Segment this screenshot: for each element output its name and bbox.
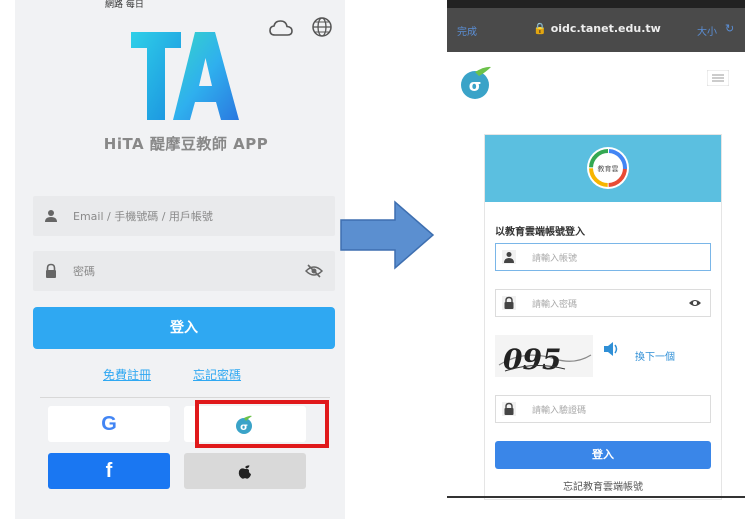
account-input[interactable]: Email / 手機號碼 / 用戶帳號 bbox=[33, 196, 335, 236]
badge-text: 教育雲 bbox=[598, 164, 619, 173]
hita-logo bbox=[131, 32, 239, 120]
register-link[interactable]: 免費註冊 bbox=[103, 366, 151, 383]
google-login-button[interactable]: G bbox=[48, 406, 170, 442]
lock-icon bbox=[502, 296, 516, 310]
forgot-account-link[interactable]: 忘記教育雲端帳號 bbox=[495, 478, 711, 493]
url-text: oidc.tanet.edu.tw bbox=[550, 22, 661, 35]
url-bar[interactable]: 🔒 oidc.tanet.edu.tw bbox=[517, 22, 677, 35]
divider bbox=[40, 397, 330, 398]
oidc-login-button[interactable]: 登入 bbox=[495, 441, 711, 469]
eye-icon[interactable] bbox=[688, 297, 702, 309]
menu-icon[interactable] bbox=[707, 70, 729, 86]
app-title: HiTA 醍摩豆教師 APP bbox=[103, 135, 269, 153]
hita-login-screen: 網路 每日 HiTA 醍摩豆教師 APP Email / 手機號碼 / 用戶帳號… bbox=[15, 0, 345, 519]
speaker-icon[interactable] bbox=[603, 341, 621, 357]
right-arrow bbox=[340, 200, 435, 270]
browser-top-edge bbox=[447, 0, 745, 8]
oidc-account-placeholder: 請輸入帳號 bbox=[532, 254, 578, 264]
captcha-image: 095 bbox=[495, 335, 593, 377]
facebook-icon: f bbox=[105, 459, 113, 482]
account-placeholder: Email / 手機號碼 / 用戶帳號 bbox=[73, 210, 213, 223]
oidc-browser-screen: 完成 🔒 oidc.tanet.edu.tw 大小 ↻ σ 教育雲 以教育雲端帳… bbox=[447, 0, 745, 519]
reload-button[interactable]: ↻ bbox=[725, 22, 734, 35]
status-text: 網路 每日 bbox=[105, 0, 144, 10]
bottom-edge bbox=[447, 496, 745, 498]
forgot-password-link[interactable]: 忘記密碼 bbox=[193, 366, 241, 383]
oidc-account-input[interactable]: 請輸入帳號 bbox=[495, 243, 711, 271]
eye-off-icon[interactable] bbox=[305, 263, 323, 279]
screenshot-stage: 網路 每日 HiTA 醍摩豆教師 APP Email / 手機號碼 / 用戶帳號… bbox=[0, 0, 745, 519]
apple-login-button[interactable] bbox=[184, 453, 306, 489]
apple-icon bbox=[238, 465, 251, 479]
section-title: 以教育雲端帳號登入 bbox=[495, 227, 585, 238]
globe-icon[interactable] bbox=[311, 16, 333, 38]
password-placeholder: 密碼 bbox=[73, 265, 95, 278]
refresh-captcha-link[interactable]: 換下一個 bbox=[635, 348, 675, 363]
user-icon bbox=[45, 210, 57, 222]
facebook-login-button[interactable]: f bbox=[48, 453, 170, 489]
lock-icon bbox=[502, 402, 516, 416]
text-size-button[interactable]: 大小 bbox=[697, 23, 717, 38]
oidc-password-input[interactable]: 請輸入密碼 bbox=[495, 289, 711, 317]
password-input[interactable]: 密碼 bbox=[33, 251, 335, 291]
oidc-highlight-box bbox=[195, 400, 329, 448]
oidc-password-placeholder: 請輸入密碼 bbox=[532, 300, 578, 310]
status-bar: 網路 每日 bbox=[15, 0, 345, 12]
education-cloud-badge: 教育雲 bbox=[587, 147, 629, 189]
lock-icon bbox=[46, 263, 56, 278]
captcha-input[interactable]: 請輸入驗證碼 bbox=[495, 395, 711, 423]
user-icon bbox=[502, 250, 516, 264]
cloud-icon[interactable] bbox=[269, 18, 293, 38]
svg-text:σ: σ bbox=[469, 76, 481, 95]
captcha-text: 095 bbox=[503, 343, 561, 376]
oidc-logo[interactable]: σ bbox=[459, 64, 493, 100]
browser-bar: 完成 🔒 oidc.tanet.edu.tw 大小 ↻ bbox=[447, 0, 745, 52]
oidc-login-card: 教育雲 以教育雲端帳號登入 請輸入帳號 請輸入密碼 095 換下一個 請輸入驗證… bbox=[484, 134, 722, 500]
google-icon: G bbox=[101, 412, 117, 435]
card-header: 教育雲 bbox=[485, 135, 721, 202]
auth-links: 免費註冊 忘記密碼 bbox=[33, 366, 335, 384]
captcha-placeholder: 請輸入驗證碼 bbox=[532, 406, 587, 416]
login-button[interactable]: 登入 bbox=[33, 307, 335, 349]
done-button[interactable]: 完成 bbox=[457, 23, 477, 38]
